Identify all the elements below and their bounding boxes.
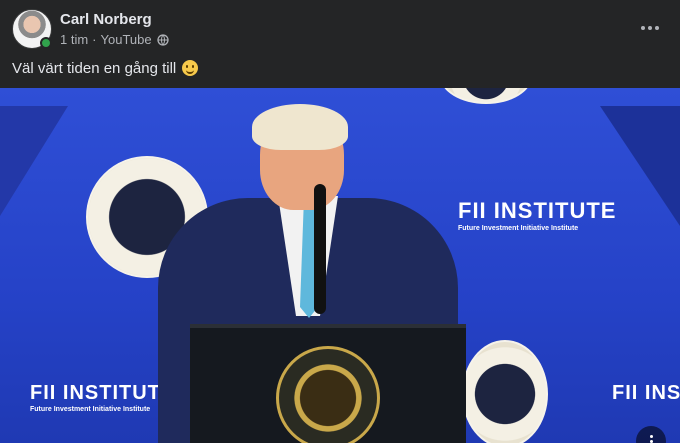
post-header: Carl Norberg 1 tim · YouTube	[0, 0, 680, 56]
slightly-smiling-face-emoji	[182, 60, 199, 76]
more-horizontal-icon	[641, 26, 659, 30]
video-player[interactable]: FII INSTITUTE Future Investment Initiati…	[0, 88, 680, 443]
backdrop-shape-left	[0, 106, 68, 216]
post-message: Väl värt tiden en gång till	[12, 60, 177, 77]
post-time[interactable]: 1 tim	[60, 32, 88, 47]
meta-separator: ·	[92, 32, 97, 47]
post-options-button[interactable]	[632, 10, 668, 46]
globe-icon[interactable]	[156, 33, 169, 46]
presidential-seal-top	[440, 88, 532, 104]
fii-banner-tagline: Future Investment Initiative Institute	[30, 406, 151, 413]
speaker-hair	[252, 104, 348, 150]
fii-banner-right: FII INSTITUTE Future Investment Initiati…	[458, 198, 616, 232]
post-meta: 1 tim · YouTube	[60, 32, 169, 47]
fii-banner-left: FII INSTITUTE Future Investment Initiati…	[30, 382, 175, 413]
fii-banner-text: FII INSTITUTE	[458, 198, 617, 223]
post-text: Väl värt tiden en gång till	[12, 60, 199, 77]
more-vertical-icon	[649, 434, 653, 443]
post-source[interactable]: YouTube	[101, 32, 152, 47]
fii-banner-text: FII INSTITUTE	[612, 382, 680, 404]
podium-seal	[276, 346, 380, 443]
microphone	[314, 184, 326, 314]
presidential-seal-bottom-right	[462, 340, 548, 443]
fii-banner-tagline: Future Investment Initiative Institute	[458, 225, 579, 232]
author-name[interactable]: Carl Norberg	[60, 11, 152, 28]
fii-banner-text: FII INSTITUTE	[30, 382, 176, 404]
online-status-icon	[40, 37, 52, 49]
video-menu-button[interactable]	[636, 426, 666, 443]
fii-banner-edge: FII INSTITUTE	[612, 382, 680, 405]
